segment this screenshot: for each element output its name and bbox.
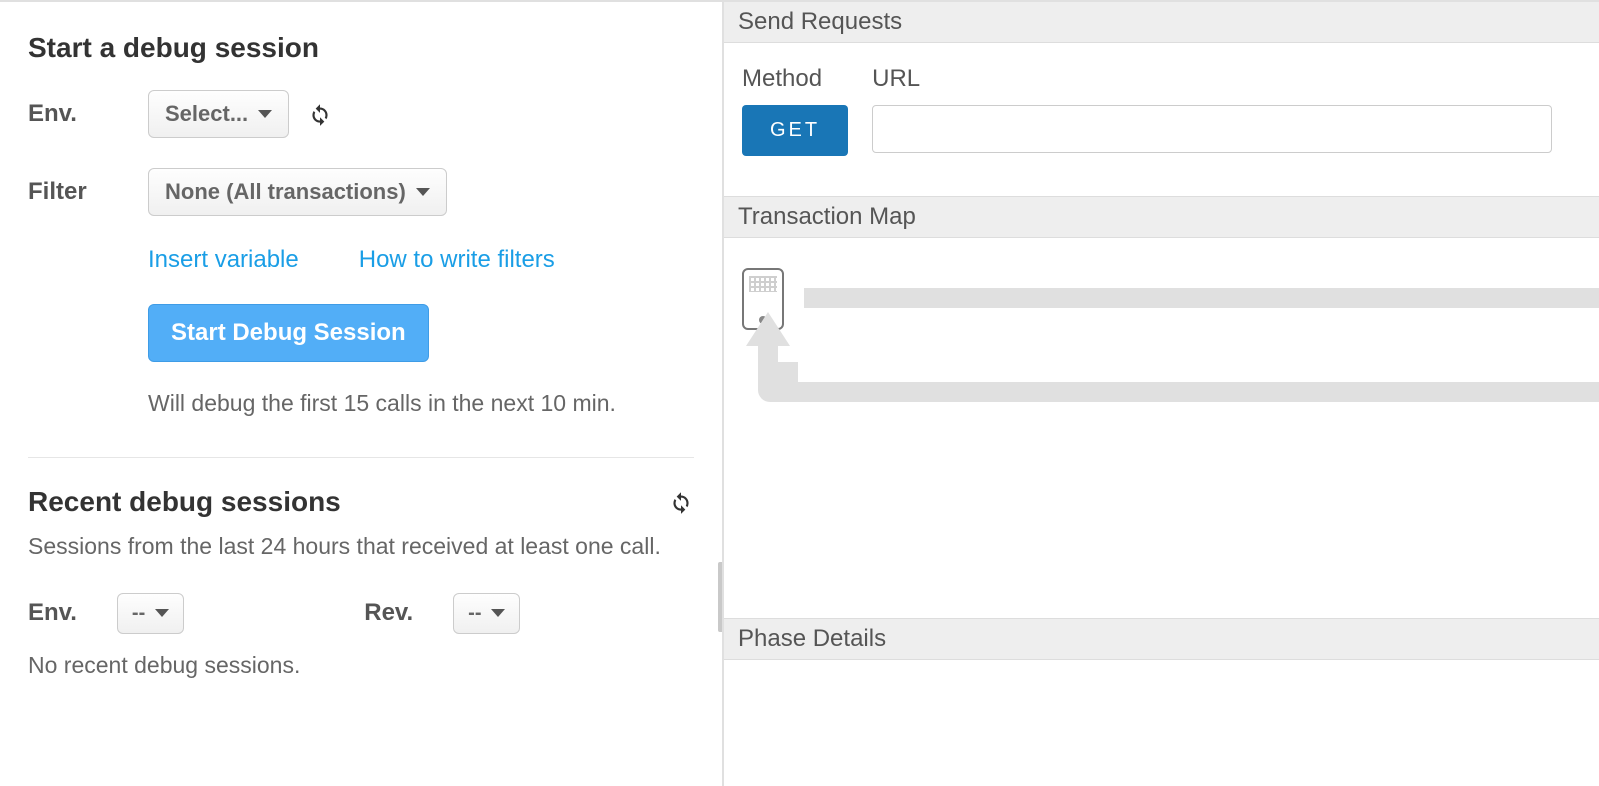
env-row: Env. Select...: [28, 90, 694, 138]
caret-down-icon: [258, 110, 272, 118]
transaction-map-header: Transaction Map: [724, 196, 1599, 238]
recent-rev-dropdown[interactable]: --: [453, 593, 520, 634]
refresh-icon: [668, 489, 694, 515]
arrow-up-icon: [746, 312, 790, 346]
filter-select-dropdown[interactable]: None (All transactions): [148, 168, 447, 216]
start-help-text: Will debug the first 15 calls in the nex…: [148, 390, 694, 417]
refresh-icon: [307, 101, 333, 127]
right-panel: Send Requests Method GET URL Transaction…: [724, 2, 1599, 786]
flow-line: [758, 382, 1599, 402]
send-requests-header: Send Requests: [724, 2, 1599, 43]
left-panel: Start a debug session Env. Select... Fil…: [0, 2, 724, 786]
filter-links: Insert variable How to write filters: [148, 246, 694, 274]
env-label: Env.: [28, 100, 148, 128]
caret-down-icon: [155, 609, 169, 617]
recent-header-row: Recent debug sessions: [28, 486, 694, 518]
recent-rev-label: Rev.: [364, 599, 413, 627]
how-to-write-filters-link[interactable]: How to write filters: [359, 246, 555, 274]
recent-filters: Env. -- Rev. --: [28, 593, 694, 634]
flow-line: [804, 288, 1599, 308]
url-label: URL: [872, 65, 1581, 93]
method-label: Method: [742, 65, 848, 93]
start-session-title: Start a debug session: [28, 32, 694, 64]
recent-refresh-button[interactable]: [668, 489, 694, 515]
recent-sessions-title: Recent debug sessions: [28, 486, 341, 518]
recent-env-label: Env.: [28, 599, 77, 627]
start-debug-session-button[interactable]: Start Debug Session: [148, 304, 429, 362]
filter-row: Filter None (All transactions): [28, 168, 694, 216]
filter-select-value: None (All transactions): [165, 179, 406, 205]
recent-empty-message: No recent debug sessions.: [28, 652, 694, 679]
env-refresh-button[interactable]: [307, 101, 333, 127]
send-request-form: Method GET URL: [724, 43, 1599, 196]
caret-down-icon: [491, 609, 505, 617]
divider: [28, 457, 694, 458]
insert-variable-link[interactable]: Insert variable: [148, 246, 299, 274]
recent-subtitle: Sessions from the last 24 hours that rec…: [28, 528, 668, 565]
env-select-dropdown[interactable]: Select...: [148, 90, 289, 138]
caret-down-icon: [416, 188, 430, 196]
filter-label: Filter: [28, 178, 148, 206]
url-input[interactable]: [872, 105, 1552, 153]
http-method-button[interactable]: GET: [742, 105, 848, 156]
recent-env-value: --: [132, 602, 145, 625]
env-select-value: Select...: [165, 101, 248, 127]
recent-rev-value: --: [468, 602, 481, 625]
transaction-map: [724, 238, 1599, 618]
recent-env-dropdown[interactable]: --: [117, 593, 184, 634]
phase-details-body: [724, 660, 1599, 786]
phase-details-header: Phase Details: [724, 618, 1599, 660]
